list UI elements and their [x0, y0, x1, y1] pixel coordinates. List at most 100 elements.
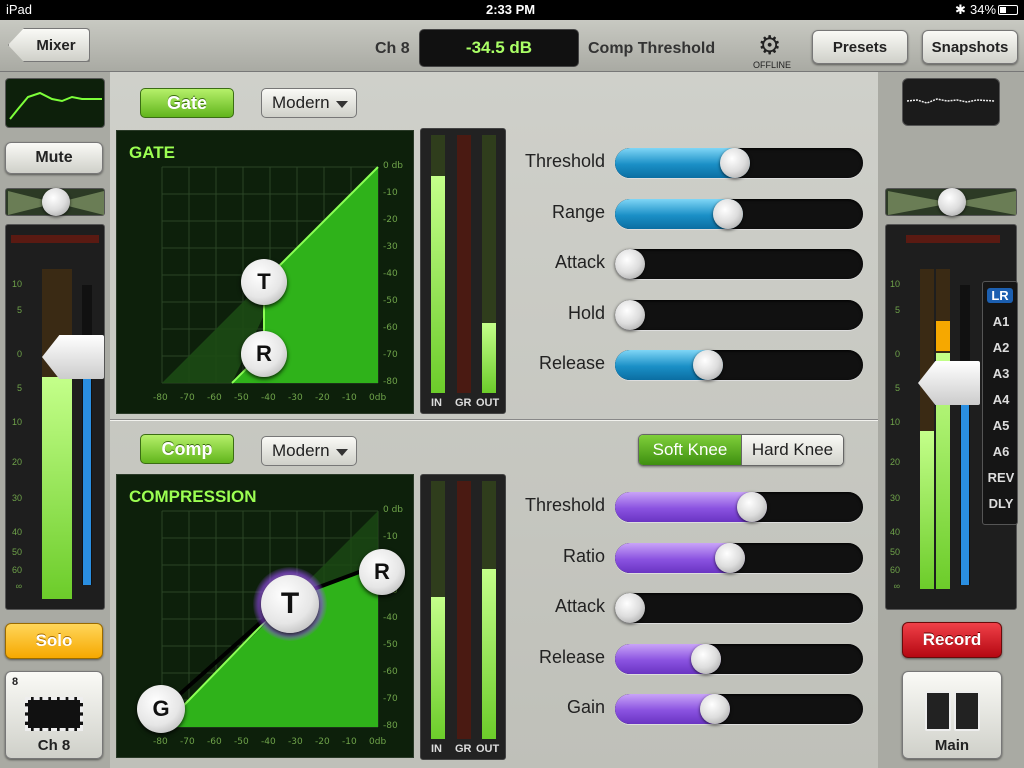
gate-range-point[interactable]: R	[241, 331, 287, 377]
value-readout: -34.5 dB	[419, 29, 579, 67]
comp-gain-point[interactable]: G	[137, 685, 185, 733]
parameter-name: Comp Threshold	[588, 40, 716, 57]
right-scale-mark: ∞	[893, 581, 900, 591]
comp-in-label: IN	[431, 743, 442, 755]
comp-param-label: Release	[538, 646, 605, 667]
gate-enable-button[interactable]: Gate	[140, 88, 234, 118]
comp-out-level	[482, 568, 496, 739]
comp-param-slider[interactable]	[615, 694, 863, 724]
right-scale-mark: 5	[894, 383, 900, 393]
eq-preview-thumbnail[interactable]	[5, 78, 105, 128]
settings-button[interactable]: ⚙ OFFLINE	[750, 32, 791, 70]
comp-out-label: OUT	[476, 743, 500, 755]
gate-x-tick: -40	[261, 393, 276, 403]
right-scale-mark: 60	[889, 565, 900, 575]
master-eq-thumbnail[interactable]	[902, 78, 1000, 126]
channel-strip-icon	[25, 697, 83, 731]
comp-mode-dropdown[interactable]: Modern	[261, 436, 357, 466]
left-scale-mark: 30	[11, 493, 22, 503]
fader-fill	[83, 357, 91, 585]
comp-ratio-point[interactable]: R	[359, 549, 405, 595]
bus-item[interactable]: A4	[983, 392, 1019, 407]
bus-item[interactable]: A5	[983, 418, 1019, 433]
record-button[interactable]: Record	[902, 622, 1002, 658]
comp-y-tick: 0 db	[383, 505, 404, 515]
bus-item[interactable]: A1	[983, 314, 1019, 329]
comp-y-tick: -70	[383, 694, 398, 704]
comp-x-tick: -70	[180, 737, 195, 747]
solo-button[interactable]: Solo	[5, 623, 103, 659]
gate-param-slider[interactable]	[615, 198, 863, 229]
comp-y-tick: -80	[383, 721, 398, 731]
comp-param-knob[interactable]	[715, 542, 746, 573]
gate-y-tick: 0 db	[383, 161, 404, 171]
gate-param-label: Range	[551, 201, 605, 222]
gate-y-tick: -80	[383, 377, 398, 387]
comp-param-slider[interactable]	[615, 593, 863, 623]
comp-in-meter	[431, 481, 445, 739]
comp-graph-title: COMPRESSION	[129, 487, 257, 506]
gate-x-tick: -80	[153, 393, 168, 403]
master-pan-slider[interactable]	[885, 188, 1017, 216]
master-pan-knob[interactable]	[938, 188, 966, 216]
comp-y-tick: -40	[383, 613, 398, 623]
soft-knee-button[interactable]: Soft Knee	[639, 435, 741, 465]
pan-slider[interactable]	[5, 188, 105, 216]
bus-selector: LR A1 A2 A3 A4 A5 A6 REV DLY	[982, 281, 1018, 525]
gate-mode-dropdown[interactable]: Modern	[261, 88, 357, 118]
back-to-mixer-button[interactable]: Mixer	[8, 28, 90, 62]
comp-param-knob[interactable]	[615, 593, 645, 623]
comp-param-knob[interactable]	[691, 643, 722, 674]
gate-param-slider[interactable]	[615, 350, 863, 380]
left-scale-mark: 50	[11, 547, 22, 557]
comp-param-slider[interactable]	[615, 542, 863, 573]
gate-param-knob[interactable]	[615, 249, 645, 279]
comp-param-slider[interactable]	[615, 643, 863, 674]
comp-x-tick: -60	[207, 737, 222, 747]
gate-param-knob[interactable]	[693, 350, 724, 380]
gate-graph[interactable]: GATE 0 db -10 -20 -30 -40 -50 -60 -70 -80 -80 -70…	[116, 130, 414, 414]
gate-x-tick: -70	[180, 393, 195, 403]
status-bar: iPad 2:33 PM ✱ 34%	[0, 0, 1024, 20]
gate-y-tick: -30	[383, 242, 398, 252]
left-scale-mark: 0	[16, 349, 22, 359]
gate-y-tick: -60	[383, 323, 398, 333]
master-peak-hold	[936, 321, 950, 351]
comp-graph[interactable]: COMPRESSION 0 db -10 -20 -30 -40 -50 -60 -70 -80…	[116, 474, 414, 758]
comp-x-tick: -10	[342, 737, 357, 747]
hard-knee-button[interactable]: Hard Knee	[741, 435, 843, 465]
gate-param-knob[interactable]	[615, 299, 645, 330]
presets-button[interactable]: Presets	[812, 30, 908, 64]
comp-gr-label: GR	[455, 743, 472, 755]
main-output-button[interactable]: Main	[902, 671, 1002, 759]
bus-item[interactable]: A3	[983, 366, 1019, 381]
bus-item[interactable]: LR	[987, 288, 1013, 303]
comp-param-slider[interactable]	[615, 492, 863, 522]
battery-icon	[998, 5, 1018, 15]
comp-param-knob[interactable]	[700, 694, 731, 724]
gate-param-knob[interactable]	[713, 198, 744, 229]
gate-param-knob[interactable]	[719, 148, 750, 178]
channel-number: 8	[12, 676, 19, 688]
gate-x-tick: -50	[234, 393, 249, 403]
right-scale-mark: 10	[889, 417, 900, 427]
gate-param-slider[interactable]	[615, 299, 863, 330]
snapshots-button[interactable]: Snapshots	[922, 30, 1018, 64]
pan-knob[interactable]	[42, 188, 70, 216]
gate-param-slider[interactable]	[615, 249, 863, 279]
bus-item[interactable]: A2	[983, 340, 1019, 355]
eq-curve	[9, 91, 102, 120]
right-scale-mark: 50	[889, 547, 900, 557]
bus-item[interactable]: DLY	[983, 496, 1019, 511]
gate-threshold-point[interactable]: T	[241, 259, 287, 305]
mute-button[interactable]: Mute	[5, 142, 103, 174]
channel-select-button[interactable]: 8 Ch 8	[5, 671, 103, 759]
bus-item[interactable]: A6	[983, 444, 1019, 459]
comp-x-tick: -20	[315, 737, 330, 747]
bus-item[interactable]: REV	[983, 470, 1019, 485]
comp-x-tick: 0db	[369, 737, 387, 747]
comp-threshold-point[interactable]: T	[261, 575, 319, 633]
comp-enable-button[interactable]: Comp	[140, 434, 234, 464]
gate-param-slider[interactable]	[615, 148, 863, 178]
comp-param-knob[interactable]	[737, 492, 768, 522]
